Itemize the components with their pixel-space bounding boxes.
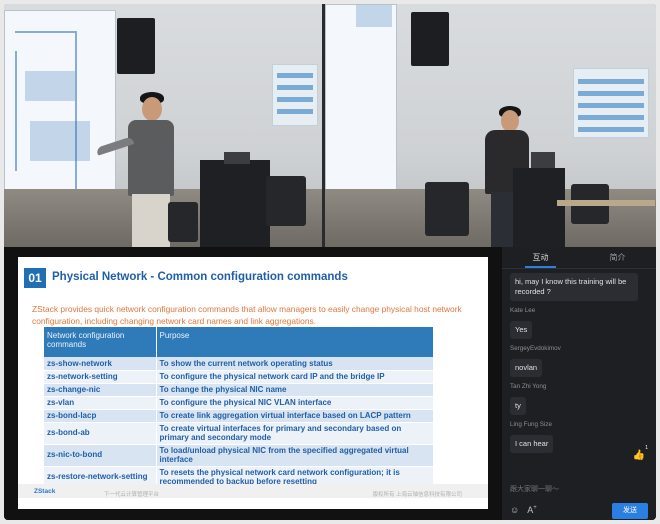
command-cell: zs-show-network (44, 357, 157, 371)
like-count: 1 (645, 445, 648, 451)
command-cell: zs-network-setting (44, 370, 157, 384)
purpose-cell: To load/unload physical NIC from the spe… (156, 444, 434, 467)
slide-description: ZStack provides quick network configurat… (32, 304, 462, 326)
purpose-cell: To configure the physical NIC VLAN inter… (156, 396, 434, 410)
send-button[interactable]: 发送 (612, 503, 648, 519)
wall-poster (272, 64, 318, 126)
font-icon[interactable]: A+ (527, 505, 537, 515)
presentation-slide: 01 Physical Network - Common configurati… (4, 247, 502, 520)
slide-number: 01 (24, 268, 46, 288)
purpose-cell: To configure the physical network card I… (156, 370, 434, 384)
table-row: zs-bond-lacp To create link aggregation v… (44, 409, 434, 423)
table-row: zs-network-setting To configure the physi… (44, 370, 434, 384)
chat-tools: ☺ A+ (510, 505, 537, 515)
chat-tabs: 互动 简介 (502, 247, 656, 269)
purpose-cell: To change the physical NIC name (156, 383, 434, 397)
chat-bubble: hi, may I know this training will be rec… (510, 273, 638, 301)
emoji-icon[interactable]: ☺ (510, 505, 519, 515)
zstack-logo: ZStack (34, 488, 56, 495)
table-row: zs-nic-to-bond To load/unload physical NI… (44, 444, 434, 467)
chat-bubble: I can hear (510, 435, 554, 453)
table-row: zs-bond-ab To create virtual interfaces f… (44, 422, 434, 445)
chat-sender-name: SergeyEvdokimov (510, 345, 561, 352)
table-row: zs-change-nic To change the physical NIC … (44, 383, 434, 397)
tab-interaction[interactable]: 互动 (502, 247, 579, 268)
thumbs-up-icon[interactable]: 👍 1 (632, 445, 648, 464)
purpose-cell: To create link aggregation virtual inter… (156, 409, 434, 423)
podium-right (513, 168, 565, 247)
chat-sender-name: Kate Lee (510, 307, 536, 314)
chat-panel: 互动 简介 hi, may I know this training will … (502, 247, 656, 520)
chat-message-list[interactable]: hi, may I know this training will be rec… (510, 273, 650, 459)
chat-message: Kate Lee Yes (510, 307, 650, 339)
chat-bubble: Yes (510, 321, 533, 339)
command-cell: zs-change-nic (44, 383, 157, 397)
chat-message: Tan Zhi Yong ty (510, 383, 650, 415)
footer-left-text: 下一代云计算管理平台 (104, 492, 160, 498)
chat-bubble: novlan (510, 359, 543, 377)
purpose-cell: To show the current network operating st… (156, 357, 434, 371)
live-class-window: 01 Physical Network - Common configurati… (4, 4, 656, 520)
camera-feed-right (322, 4, 656, 247)
command-cell: zs-bond-ab (44, 422, 157, 445)
loudspeaker-right (411, 12, 449, 66)
chat-message: SergeyEvdokimov novlan (510, 345, 650, 377)
command-cell: zs-bond-lacp (44, 409, 157, 423)
table-header-commands: Network configuration commands (44, 327, 157, 357)
purpose-cell: To create virtual interfaces for primary… (156, 422, 434, 445)
slide-content: 01 Physical Network - Common configurati… (18, 257, 488, 509)
chat-sender-name: Tan Zhi Yong (510, 383, 547, 390)
chat-sender-name: Ling Fung Size (510, 421, 553, 428)
presenter-right (501, 110, 519, 132)
command-cell: zs-nic-to-bond (44, 444, 157, 467)
loudspeaker (117, 18, 155, 74)
chat-input[interactable] (510, 483, 650, 495)
table-row: zs-show-network To show the current netwo… (44, 357, 434, 371)
chat-message: Ling Fung Size I can hear (510, 421, 650, 453)
command-cell: zs-vlan (44, 396, 157, 410)
camera-feed-left (4, 4, 322, 247)
footer-right-text: 版权所有 上海云轴信息科技有限公司 (372, 492, 462, 498)
chat-message: hi, may I know this training will be rec… (510, 273, 650, 301)
chat-bubble: ty (510, 397, 526, 415)
table-header-purpose: Purpose (156, 327, 434, 357)
slide-title: Physical Network - Common configuration … (52, 271, 348, 283)
podium-left (200, 160, 270, 247)
video-area (4, 4, 656, 247)
tab-introduction[interactable]: 简介 (579, 247, 656, 268)
table-row: zs-vlan To configure the physical NIC VLA… (44, 396, 434, 410)
commands-table: Network configuration commands Purpose z… (44, 327, 434, 489)
wall-poster-right (573, 68, 649, 138)
presenter-left (142, 97, 162, 121)
